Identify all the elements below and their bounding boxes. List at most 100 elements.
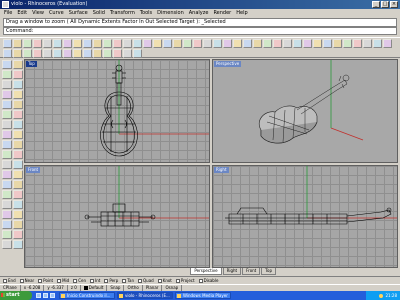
quick-launch-icon[interactable] — [50, 293, 55, 298]
toolbar-tool-button[interactable] — [253, 39, 262, 48]
osnap-checkbox[interactable] — [138, 278, 143, 283]
toolbar-tool-button[interactable] — [153, 39, 162, 48]
toolbar-tool-button[interactable] — [23, 49, 32, 58]
modeling-tool-button[interactable] — [2, 230, 12, 239]
toolbar-tool-button[interactable] — [63, 49, 72, 58]
osnap-checkbox[interactable] — [104, 278, 109, 283]
tab-right[interactable]: Right — [222, 268, 242, 275]
viewport-perspective[interactable]: Perspective — [212, 59, 398, 163]
menu-render[interactable]: Render — [213, 9, 231, 17]
modeling-tool-button[interactable] — [13, 160, 23, 169]
modeling-tool-button[interactable] — [2, 240, 12, 249]
toolbar-tool-button[interactable] — [33, 49, 42, 58]
toolbar-tool-button[interactable] — [203, 39, 212, 48]
toolbar-tool-button[interactable] — [133, 39, 142, 48]
toolbar-tool-button[interactable] — [93, 49, 102, 58]
toolbar-tool-button[interactable] — [143, 39, 152, 48]
viewport-label-front[interactable]: Front — [26, 167, 41, 173]
toolbar-tool-button[interactable] — [53, 39, 62, 48]
toolbar-tool-button[interactable] — [3, 39, 12, 48]
modeling-tool-button[interactable] — [2, 180, 12, 189]
osnap-project[interactable]: Project — [175, 277, 195, 284]
toolbar-tool-button[interactable] — [283, 39, 292, 48]
osnap-checkbox[interactable] — [157, 278, 162, 283]
osnap-checkbox[interactable] — [73, 278, 78, 283]
modeling-tool-button[interactable] — [13, 220, 23, 229]
modeling-tool-button[interactable] — [2, 110, 12, 119]
osnap-int[interactable]: Int — [90, 277, 100, 284]
toolbar-tool-button[interactable] — [273, 39, 282, 48]
osnap-checkbox[interactable] — [175, 278, 180, 283]
viewport-label-perspective[interactable]: Perspective — [214, 61, 242, 67]
modeling-tool-button[interactable] — [13, 180, 23, 189]
viewport-label-right[interactable]: Right — [214, 167, 229, 173]
toolbar-tool-button[interactable] — [323, 39, 332, 48]
taskbar-item-rhino[interactable]: violo - Rhinoceros (E... — [117, 292, 173, 299]
taskbar-item-inicio[interactable]: Inicio Construindo il... — [59, 292, 115, 299]
tray-icon[interactable] — [379, 293, 384, 298]
viewport-top[interactable]: Top — [24, 59, 210, 163]
osnap-knot[interactable]: Knot — [157, 277, 172, 284]
osnap-tan[interactable]: Tan — [122, 277, 134, 284]
toolbar-tool-button[interactable] — [343, 39, 352, 48]
toolbar-tool-button[interactable] — [53, 49, 62, 58]
menu-surface[interactable]: Surface — [69, 9, 88, 17]
modeling-tool-button[interactable] — [2, 220, 12, 229]
toolbar-tool-button[interactable] — [353, 39, 362, 48]
toolbar-tool-button[interactable] — [43, 49, 52, 58]
close-button[interactable]: × — [390, 1, 398, 8]
toolbar-tool-button[interactable] — [293, 39, 302, 48]
osnap-cen[interactable]: Cen — [73, 277, 86, 284]
toolbar-tool-button[interactable] — [303, 39, 312, 48]
osnap-checkbox[interactable] — [198, 278, 203, 283]
toolbar-tool-button[interactable] — [333, 39, 342, 48]
modeling-tool-button[interactable] — [13, 130, 23, 139]
toolbar-tool-button[interactable] — [113, 39, 122, 48]
maximize-button[interactable]: □ — [381, 1, 389, 8]
modeling-tool-button[interactable] — [13, 200, 23, 209]
toolbar-tool-button[interactable] — [3, 49, 12, 58]
modeling-tool-button[interactable] — [2, 120, 12, 129]
toolbar-tool-button[interactable] — [33, 39, 42, 48]
menu-curve[interactable]: Curve — [49, 9, 64, 17]
toolbar-tool-button[interactable] — [163, 39, 172, 48]
toolbar-tool-button[interactable] — [93, 39, 102, 48]
viewport-label-top[interactable]: Top — [26, 61, 37, 67]
modeling-tool-button[interactable] — [13, 90, 23, 99]
osnap-quad[interactable]: Quad — [138, 277, 154, 284]
toolbar-tool-button[interactable] — [183, 39, 192, 48]
osnap-checkbox[interactable] — [122, 278, 127, 283]
toolbar-tool-button[interactable] — [63, 39, 72, 48]
osnap-perp[interactable]: Perp — [104, 277, 118, 284]
osnap-checkbox[interactable] — [90, 278, 95, 283]
osnap-end[interactable]: End — [3, 277, 16, 284]
modeling-tool-button[interactable] — [2, 210, 12, 219]
quick-launch-icon[interactable] — [43, 293, 48, 298]
modeling-tool-button[interactable] — [13, 170, 23, 179]
modeling-tool-button[interactable] — [2, 130, 12, 139]
osnap-point[interactable]: Point — [38, 277, 53, 284]
modeling-tool-button[interactable] — [2, 70, 12, 79]
command-input[interactable]: Command: — [3, 27, 397, 35]
menu-view[interactable]: View — [32, 9, 44, 17]
toolbar-tool-button[interactable] — [193, 39, 202, 48]
toolbar-tool-button[interactable] — [13, 49, 22, 58]
modeling-tool-button[interactable] — [2, 90, 12, 99]
menu-dimension[interactable]: Dimension — [157, 9, 184, 17]
osnap-near[interactable]: Near — [19, 277, 34, 284]
menu-tools[interactable]: Tools — [140, 9, 152, 17]
modeling-tool-button[interactable] — [13, 120, 23, 129]
title-bar[interactable]: violo - Rhinoceros (Evaluation) _ □ × — [0, 0, 400, 9]
toolbar-tool-button[interactable] — [103, 39, 112, 48]
menu-help[interactable]: Help — [236, 9, 247, 17]
modeling-tool-button[interactable] — [2, 150, 12, 159]
modeling-tool-button[interactable] — [2, 80, 12, 89]
modeling-tool-button[interactable] — [2, 140, 12, 149]
toolbar-tool-button[interactable] — [123, 39, 132, 48]
taskbar-item-media-player[interactable]: Windows Media Player — [175, 292, 231, 299]
minimize-button[interactable]: _ — [372, 1, 380, 8]
toolbar-tool-button[interactable] — [23, 39, 32, 48]
tab-perspective[interactable]: Perspective — [190, 268, 222, 275]
menu-file[interactable]: File — [4, 9, 12, 17]
menu-edit[interactable]: Edit — [17, 9, 27, 17]
